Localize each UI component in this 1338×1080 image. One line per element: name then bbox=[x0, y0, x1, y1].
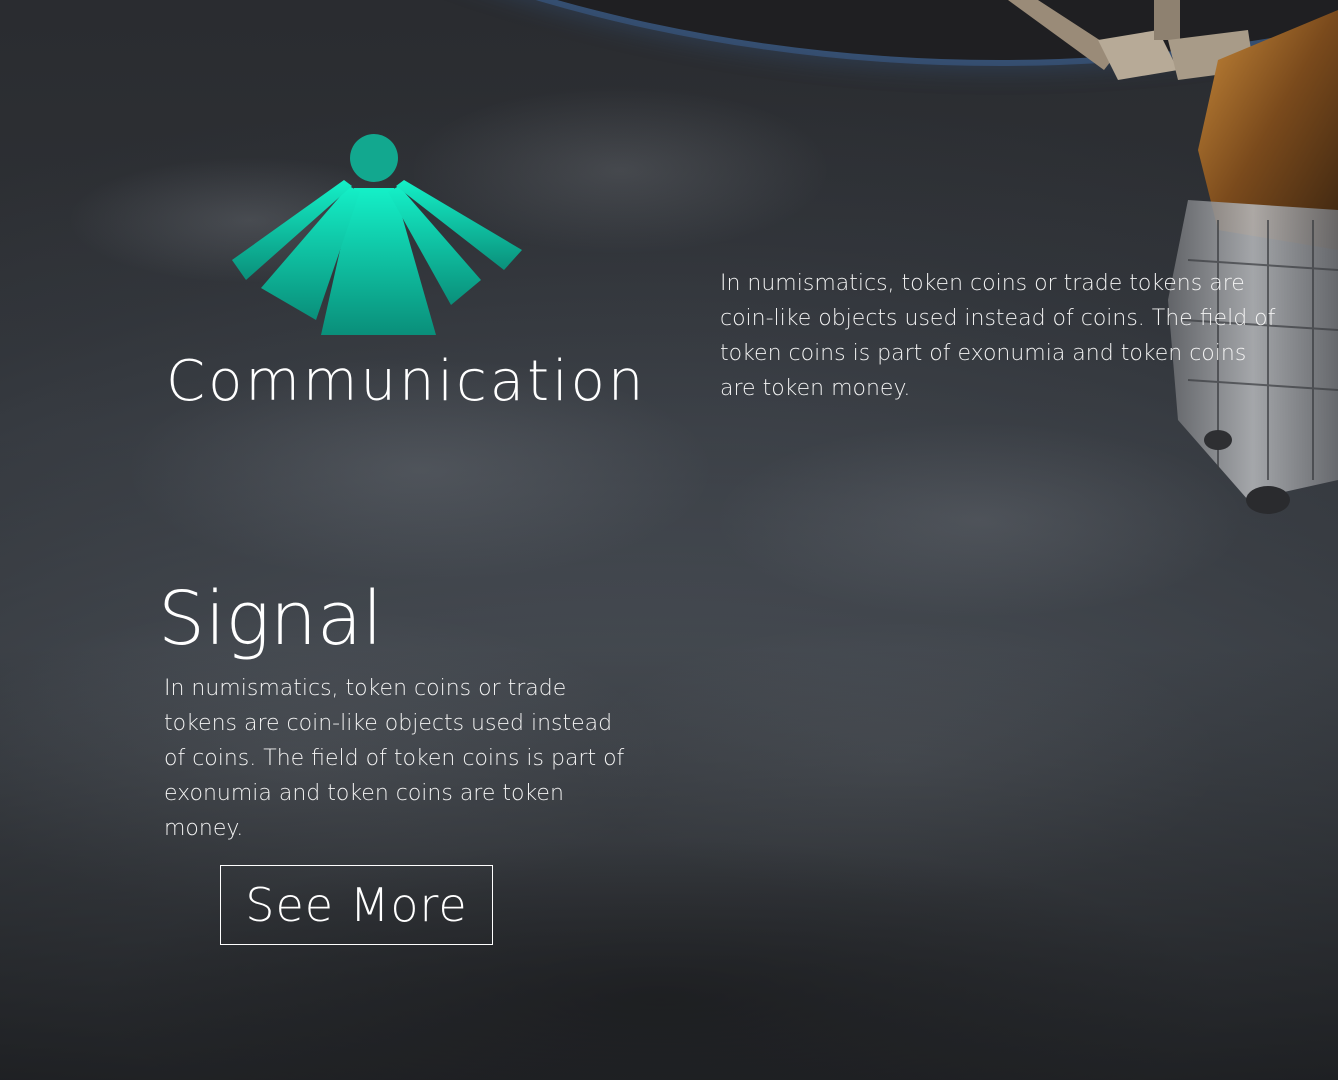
space-station-icon bbox=[1008, 0, 1338, 514]
brand-name: Communication bbox=[166, 349, 647, 414]
see-more-button[interactable]: See More bbox=[220, 865, 493, 945]
hero-page: Communication In numismatics, token coin… bbox=[0, 0, 1338, 1080]
section-title: Signal bbox=[158, 576, 383, 662]
intro-paragraph: In numismatics, token coins or trade tok… bbox=[720, 271, 1276, 401]
section-paragraph: In numismatics, token coins or trade tok… bbox=[164, 676, 625, 841]
teal-fan-logo-icon bbox=[232, 134, 522, 335]
